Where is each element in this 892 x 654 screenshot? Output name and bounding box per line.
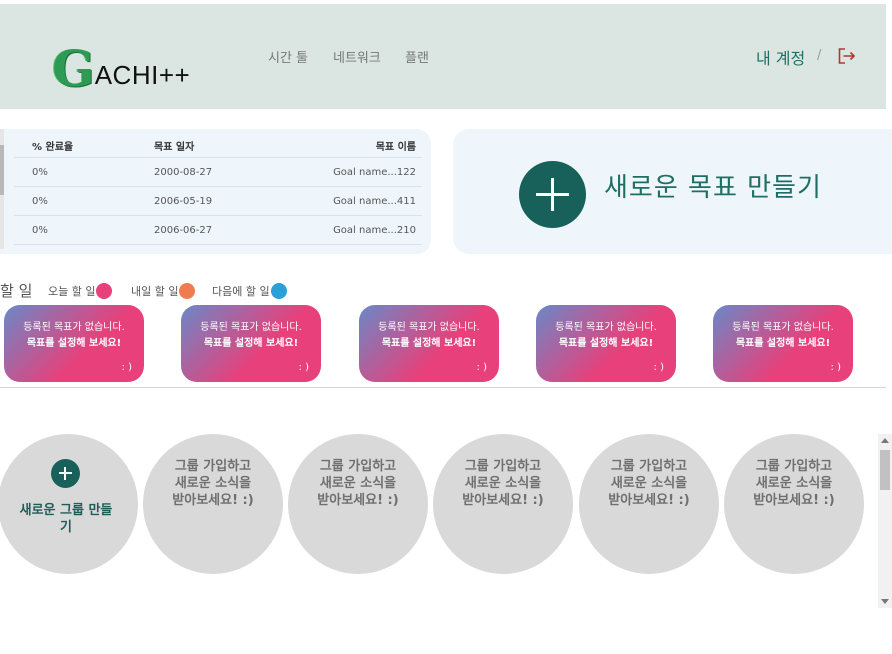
group-placeholder-text: 그룹 가입하고 새로운 소식을 받아보세요! :): [462, 459, 544, 508]
todo-card[interactable]: 등록된 목표가 없습니다. 목표를 설정해 보세요! : ): [359, 305, 499, 382]
pink-dot-icon: [96, 283, 113, 299]
legend-tomorrow: 내일 할 일: [131, 283, 196, 299]
cell-name: Goal name...122: [333, 167, 416, 178]
card-cta-text: 목표를 설정해 보세요!: [381, 338, 477, 349]
group-placeholder[interactable]: 그룹 가입하고 새로운 소식을 받아보세요! :): [724, 434, 864, 574]
card-smile: : ): [653, 362, 664, 373]
legend-today: 오늘 할 일: [48, 283, 113, 299]
column-completion[interactable]: % 완료율: [32, 138, 73, 153]
group-placeholder-text: 그룹 가입하고 새로운 소식을 받아보세요! :): [172, 459, 254, 508]
page-scrollbar[interactable]: [878, 434, 892, 608]
todo-card[interactable]: 등록된 목표가 없습니다. 목표를 설정해 보세요! : ): [536, 305, 676, 382]
cell-name: Goal name...210: [333, 225, 416, 236]
todo-card[interactable]: 등록된 목표가 없습니다. 목표를 설정해 보세요! : ): [181, 305, 321, 382]
logo-mark: G: [52, 39, 95, 98]
goals-table: % 완료율 목표 일자 목표 이름 0% 2000-08-27 Goal nam…: [0, 129, 431, 254]
legend-label: 다음에 할 일: [212, 285, 270, 298]
group-placeholder[interactable]: 그룹 가입하고 새로운 소식을 받아보세요! :): [288, 434, 428, 574]
todo-section-title: 할 일: [0, 282, 33, 300]
table-header-row: % 완료율 목표 일자 목표 이름: [14, 129, 422, 158]
scroll-up-arrow-icon[interactable]: [881, 438, 889, 443]
new-goal-button[interactable]: 새로운 목표 만들기: [453, 129, 892, 254]
group-placeholder-text: 그룹 가입하고 새로운 소식을 받아보세요! :): [753, 459, 835, 508]
todo-card[interactable]: 등록된 목표가 없습니다. 목표를 설정해 보세요! : ): [713, 305, 853, 382]
group-placeholder-text: 그룹 가입하고 새로운 소식을 받아보세요! :): [608, 459, 690, 508]
card-cta-text: 목표를 설정해 보세요!: [558, 338, 654, 349]
plus-icon: [519, 161, 586, 228]
card-smile: : ): [298, 362, 309, 373]
card-smile: : ): [121, 362, 132, 373]
header-separator: /: [817, 48, 822, 63]
card-empty-text: 등록된 목표가 없습니다.: [732, 322, 834, 333]
card-empty-text: 등록된 목표가 없습니다.: [23, 322, 125, 333]
cell-completion: 0%: [32, 225, 48, 236]
scrollbar-thumb[interactable]: [0, 145, 4, 195]
group-placeholder[interactable]: 그룹 가입하고 새로운 소식을 받아보세요! :): [579, 434, 719, 574]
cell-completion: 0%: [32, 167, 48, 178]
gachi-logo[interactable]: G ACHI++: [52, 38, 190, 94]
plus-icon: [51, 459, 80, 488]
group-placeholder[interactable]: 그룹 가입하고 새로운 소식을 받아보세요! :): [143, 434, 283, 574]
nav-plan[interactable]: 플랜: [405, 47, 429, 66]
card-cta-text: 목표를 설정해 보세요!: [203, 338, 299, 349]
my-account-link[interactable]: 내 계정: [756, 45, 805, 69]
cell-date: 2006-05-19: [154, 196, 213, 207]
cell-date: 2000-08-27: [154, 167, 213, 178]
goals-table-scrollbar[interactable]: [0, 129, 4, 249]
legend-next: 다음에 할 일: [212, 283, 287, 299]
table-row[interactable]: 0% 2000-08-27 Goal name...122: [14, 158, 422, 187]
cell-completion: 0%: [32, 196, 48, 207]
section-divider: [0, 387, 886, 388]
scrollbar-thumb[interactable]: [880, 450, 890, 490]
cell-date: 2006-06-27: [154, 225, 213, 236]
nav-time-tool[interactable]: 시간 툴: [268, 47, 308, 66]
table-row[interactable]: 0% 2006-05-19 Goal name...411: [14, 187, 422, 216]
card-smile: : ): [830, 362, 841, 373]
cell-name: Goal name...411: [333, 196, 416, 207]
column-goal-name[interactable]: 목표 이름: [376, 138, 416, 153]
card-smile: : ): [476, 362, 487, 373]
card-empty-text: 등록된 목표가 없습니다.: [555, 322, 657, 333]
logo-text: ACHI++: [94, 60, 191, 90]
legend-label: 오늘 할 일: [48, 285, 96, 298]
nav-network[interactable]: 네트워크: [333, 47, 381, 66]
top-header: G ACHI++ 시간 툴 네트워크 플랜 내 계정 /: [0, 4, 886, 109]
card-cta-text: 목표를 설정해 보세요!: [26, 338, 122, 349]
card-cta-text: 목표를 설정해 보세요!: [735, 338, 831, 349]
table-row[interactable]: 0% 2006-06-27 Goal name...210: [14, 216, 422, 245]
card-empty-text: 등록된 목표가 없습니다.: [378, 322, 480, 333]
logout-icon[interactable]: [838, 48, 856, 64]
group-placeholder-text: 그룹 가입하고 새로운 소식을 받아보세요! :): [317, 459, 399, 508]
todo-card[interactable]: 등록된 목표가 없습니다. 목표를 설정해 보세요! : ): [4, 305, 144, 382]
card-empty-text: 등록된 목표가 없습니다.: [200, 322, 302, 333]
scroll-down-arrow-icon[interactable]: [881, 599, 889, 604]
new-group-label: 새로운 그룹 만들기: [19, 503, 113, 535]
legend-label: 내일 할 일: [131, 285, 179, 298]
group-placeholder[interactable]: 그룹 가입하고 새로운 소식을 받아보세요! :): [433, 434, 573, 574]
new-goal-label: 새로운 목표 만들기: [604, 173, 822, 203]
orange-dot-icon: [179, 283, 196, 299]
new-group-button[interactable]: 새로운 그룹 만들기: [0, 434, 138, 574]
blue-dot-icon: [270, 283, 287, 299]
column-goal-date[interactable]: 목표 일자: [154, 138, 194, 153]
